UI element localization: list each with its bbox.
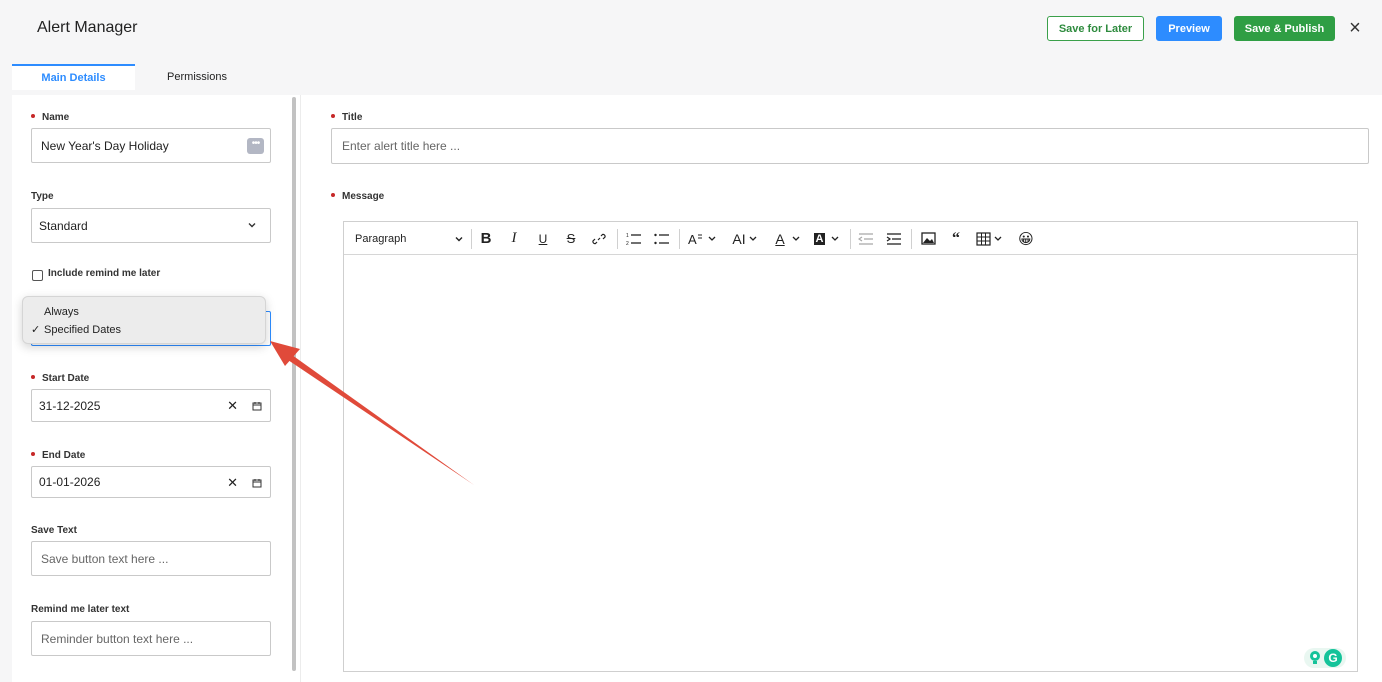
end-date-input[interactable]: 01-01-2026 ✕ <box>31 466 271 498</box>
save-publish-button[interactable]: Save & Publish <box>1234 16 1335 41</box>
save-text-label: Save Text <box>31 525 77 536</box>
remind-later-checkbox[interactable] <box>32 270 43 281</box>
start-date-label: Start Date <box>31 373 89 384</box>
checkmark-icon: ✓ <box>31 324 41 336</box>
toolbar-separator <box>679 229 680 249</box>
tab-permissions[interactable]: Permissions <box>142 64 252 90</box>
start-date-value: 31-12-2025 <box>39 398 101 413</box>
remind-later-checkbox-label: Include remind me later <box>48 268 161 279</box>
required-dot <box>331 114 335 119</box>
chevron-down-icon <box>248 223 256 228</box>
toolbar-separator <box>850 229 851 249</box>
type-label: Type <box>31 191 54 202</box>
clear-icon[interactable]: ✕ <box>227 475 238 491</box>
dropdown-option-always[interactable]: Always <box>44 304 79 320</box>
svg-text:A: A <box>688 232 697 246</box>
lightbulb-icon <box>1310 651 1320 664</box>
text-style-icon[interactable]: A <box>687 230 719 247</box>
strikethrough-icon[interactable]: S <box>563 230 579 247</box>
panel-scrollbar[interactable] <box>292 97 296 671</box>
preview-button[interactable]: Preview <box>1156 16 1222 41</box>
emoji-icon[interactable]: 😀 <box>1016 230 1036 248</box>
required-dot <box>31 375 35 380</box>
message-editor[interactable]: Paragraph B I U S 12 A AI A A “ 😀 <box>343 221 1358 672</box>
title-input[interactable]: Enter alert title here ... <box>331 128 1369 164</box>
grammarly-icon: G <box>1324 649 1342 667</box>
toolbar-separator <box>471 229 472 249</box>
outdent-icon[interactable] <box>857 230 875 247</box>
tab-main-details[interactable]: Main Details <box>12 64 135 90</box>
font-size-icon[interactable]: AI <box>728 230 762 247</box>
header-bar: Alert Manager Save for Later Preview Sav… <box>0 0 1382 64</box>
panel-divider <box>300 95 301 682</box>
remind-text-input[interactable]: Reminder button text here ... <box>31 621 271 656</box>
name-value: New Year's Day Holiday <box>41 138 169 153</box>
left-form-panel: Name New Year's Day Holiday ••• Type Sta… <box>12 95 298 682</box>
name-label: Name <box>31 112 69 123</box>
type-select[interactable]: Standard <box>31 208 271 243</box>
message-label-text: Message <box>342 191 385 202</box>
name-input[interactable]: New Year's Day Holiday ••• <box>31 128 271 163</box>
name-label-text: Name <box>42 112 70 123</box>
start-date-input[interactable]: 31-12-2025 ✕ <box>31 389 271 422</box>
title-placeholder: Enter alert title here ... <box>342 139 461 153</box>
underline-icon[interactable]: U <box>535 230 551 247</box>
more-options-icon[interactable]: ••• <box>247 138 264 154</box>
calendar-icon[interactable] <box>252 478 262 488</box>
required-dot <box>31 114 35 119</box>
chevron-down-icon <box>455 237 463 242</box>
highlight-glyph: A <box>813 232 826 245</box>
dropdown-option-specified-dates[interactable]: Specified Dates <box>44 322 121 338</box>
required-dot <box>31 452 35 457</box>
title-label: Title <box>331 112 362 123</box>
message-label: Message <box>331 191 384 202</box>
italic-icon[interactable]: I <box>506 230 522 247</box>
remind-text-placeholder: Reminder button text here ... <box>41 631 194 646</box>
end-date-label-text: End Date <box>42 450 86 461</box>
paragraph-select[interactable]: Paragraph <box>355 230 465 247</box>
toolbar-separator <box>911 229 912 249</box>
editor-toolbar: Paragraph B I U S 12 A AI A A “ 😀 <box>344 222 1357 255</box>
save-for-later-button[interactable]: Save for Later <box>1047 16 1144 41</box>
end-date-label: End Date <box>31 450 85 461</box>
font-color-glyph: A <box>775 230 785 247</box>
grammarly-widget[interactable]: G <box>1304 648 1346 668</box>
calendar-icon[interactable] <box>252 401 262 411</box>
start-date-label-text: Start Date <box>42 373 90 384</box>
end-date-value: 01-01-2026 <box>39 475 101 489</box>
table-icon[interactable] <box>975 230 1005 247</box>
bullet-list-icon[interactable] <box>653 230 671 247</box>
font-size-glyph: AI <box>732 230 746 247</box>
clear-icon[interactable]: ✕ <box>227 398 238 414</box>
toolbar-separator <box>617 229 618 249</box>
required-dot <box>331 193 335 198</box>
numbered-list-icon[interactable]: 12 <box>625 230 643 247</box>
blockquote-icon[interactable]: “ <box>947 230 965 247</box>
link-icon[interactable] <box>591 230 607 247</box>
highlight-color-icon[interactable]: A <box>811 230 843 247</box>
remind-text-label: Remind me later text <box>31 604 130 615</box>
paragraph-label: Paragraph <box>355 232 407 245</box>
type-value: Standard <box>39 218 88 233</box>
close-icon[interactable]: × <box>1346 18 1364 38</box>
font-color-icon[interactable]: A <box>772 230 804 247</box>
title-label-text: Title <box>342 112 363 123</box>
app-title: Alert Manager <box>37 19 138 36</box>
image-icon[interactable] <box>919 230 937 247</box>
svg-text:1: 1 <box>626 233 629 239</box>
bold-icon[interactable]: B <box>478 230 494 247</box>
schedule-dropdown-menu: Always ✓ Specified Dates <box>22 296 266 344</box>
save-text-input[interactable]: Save button text here ... <box>31 541 271 576</box>
save-text-placeholder: Save button text here ... <box>41 551 169 566</box>
svg-text:2: 2 <box>626 241 629 246</box>
indent-icon[interactable] <box>885 230 903 247</box>
